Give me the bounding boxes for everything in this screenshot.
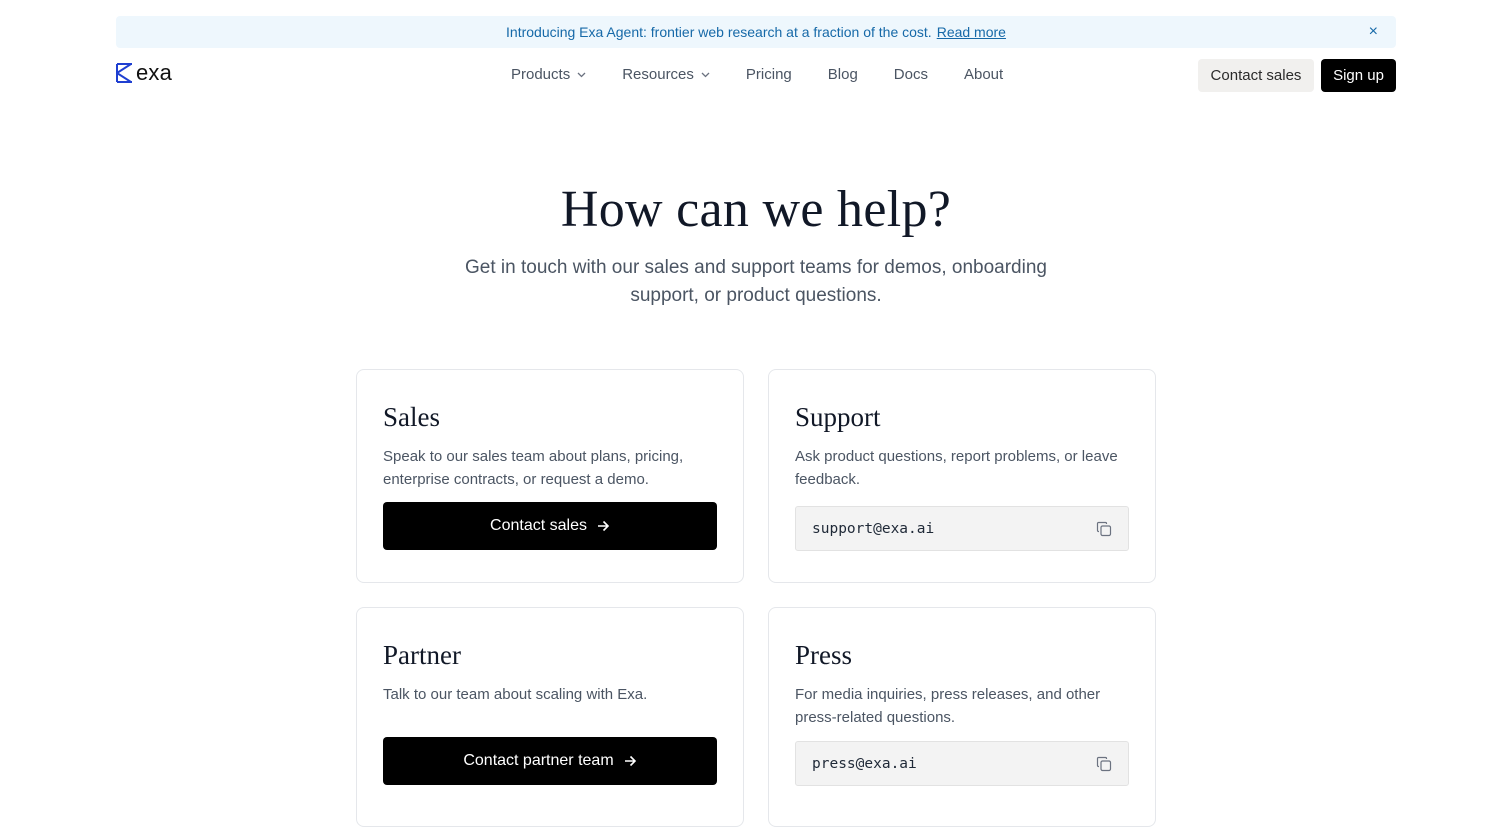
- card-description: For media inquiries, press releases, and…: [795, 686, 1101, 726]
- button-label: Contact sales: [490, 517, 587, 534]
- announcement-banner: Introducing Exa Agent: frontier web rese…: [116, 16, 1396, 48]
- nav-item-blog[interactable]: Blog: [828, 66, 858, 83]
- page-subtitle: Get in touch with our sales and support …: [465, 257, 1047, 306]
- contact-sales-cta-button[interactable]: Contact sales: [383, 502, 717, 550]
- close-icon[interactable]: ×: [1369, 24, 1378, 40]
- logo[interactable]: exa: [116, 62, 172, 84]
- card-title: Partner: [383, 640, 461, 670]
- contact-sales-button[interactable]: Contact sales: [1198, 59, 1314, 92]
- read-more-link[interactable]: Read more: [937, 24, 1006, 40]
- support-email-field[interactable]: support@exa.ai: [795, 506, 1129, 551]
- sign-up-button[interactable]: Sign up: [1321, 59, 1396, 92]
- support-card: Support Ask product questions, report pr…: [768, 369, 1156, 583]
- copy-icon[interactable]: [1096, 521, 1112, 537]
- nav-item-label: Blog: [827, 66, 858, 83]
- email-value: support@exa.ai: [812, 520, 935, 537]
- card-title: Sales: [383, 402, 440, 432]
- nav-item-label: Products: [511, 66, 571, 83]
- nav-item-label: Docs: [893, 66, 928, 83]
- nav-item-products[interactable]: Products: [511, 66, 586, 83]
- card-description: Talk to our team about scaling with Exa.: [383, 686, 648, 703]
- nav-item-docs[interactable]: Docs: [894, 66, 928, 83]
- card-title: Support: [795, 402, 881, 432]
- button-label: Contact partner team: [463, 752, 614, 769]
- nav-item-resources[interactable]: Resources: [622, 66, 710, 83]
- arrow-right-icon: [597, 520, 610, 532]
- partner-card: Partner Talk to our team about scaling w…: [356, 607, 744, 827]
- banner-text: Introducing Exa Agent: frontier web rese…: [506, 24, 932, 40]
- card-description: Ask product questions, report problems, …: [795, 448, 1118, 488]
- nav-links: Products Resources Pricing Blog Docs Abo…: [511, 66, 1039, 83]
- press-email-field[interactable]: press@exa.ai: [795, 741, 1129, 786]
- card-title: Press: [795, 640, 853, 670]
- exa-logo-icon: [116, 63, 132, 83]
- chevron-down-icon: [577, 72, 586, 77]
- contact-partner-button[interactable]: Contact partner team: [383, 737, 717, 785]
- chevron-down-icon: [701, 72, 710, 77]
- nav-item-pricing[interactable]: Pricing: [746, 66, 792, 83]
- page-title: How can we help?: [560, 181, 952, 238]
- top-navigation: exa Products Resources Pricing Blog Docs…: [116, 58, 1396, 92]
- copy-icon[interactable]: [1096, 756, 1112, 772]
- press-card: Press For media inquiries, press release…: [768, 607, 1156, 827]
- nav-item-about[interactable]: About: [964, 66, 1003, 83]
- card-description: Speak to our sales team about plans, pri…: [383, 448, 684, 488]
- email-value: press@exa.ai: [812, 755, 917, 772]
- logo-text: exa: [136, 60, 173, 85]
- arrow-right-icon: [624, 755, 637, 767]
- nav-item-label: Pricing: [745, 66, 792, 83]
- sales-card: Sales Speak to our sales team about plan…: [356, 369, 744, 583]
- nav-item-label: Resources: [622, 66, 694, 83]
- nav-item-label: About: [963, 66, 1004, 83]
